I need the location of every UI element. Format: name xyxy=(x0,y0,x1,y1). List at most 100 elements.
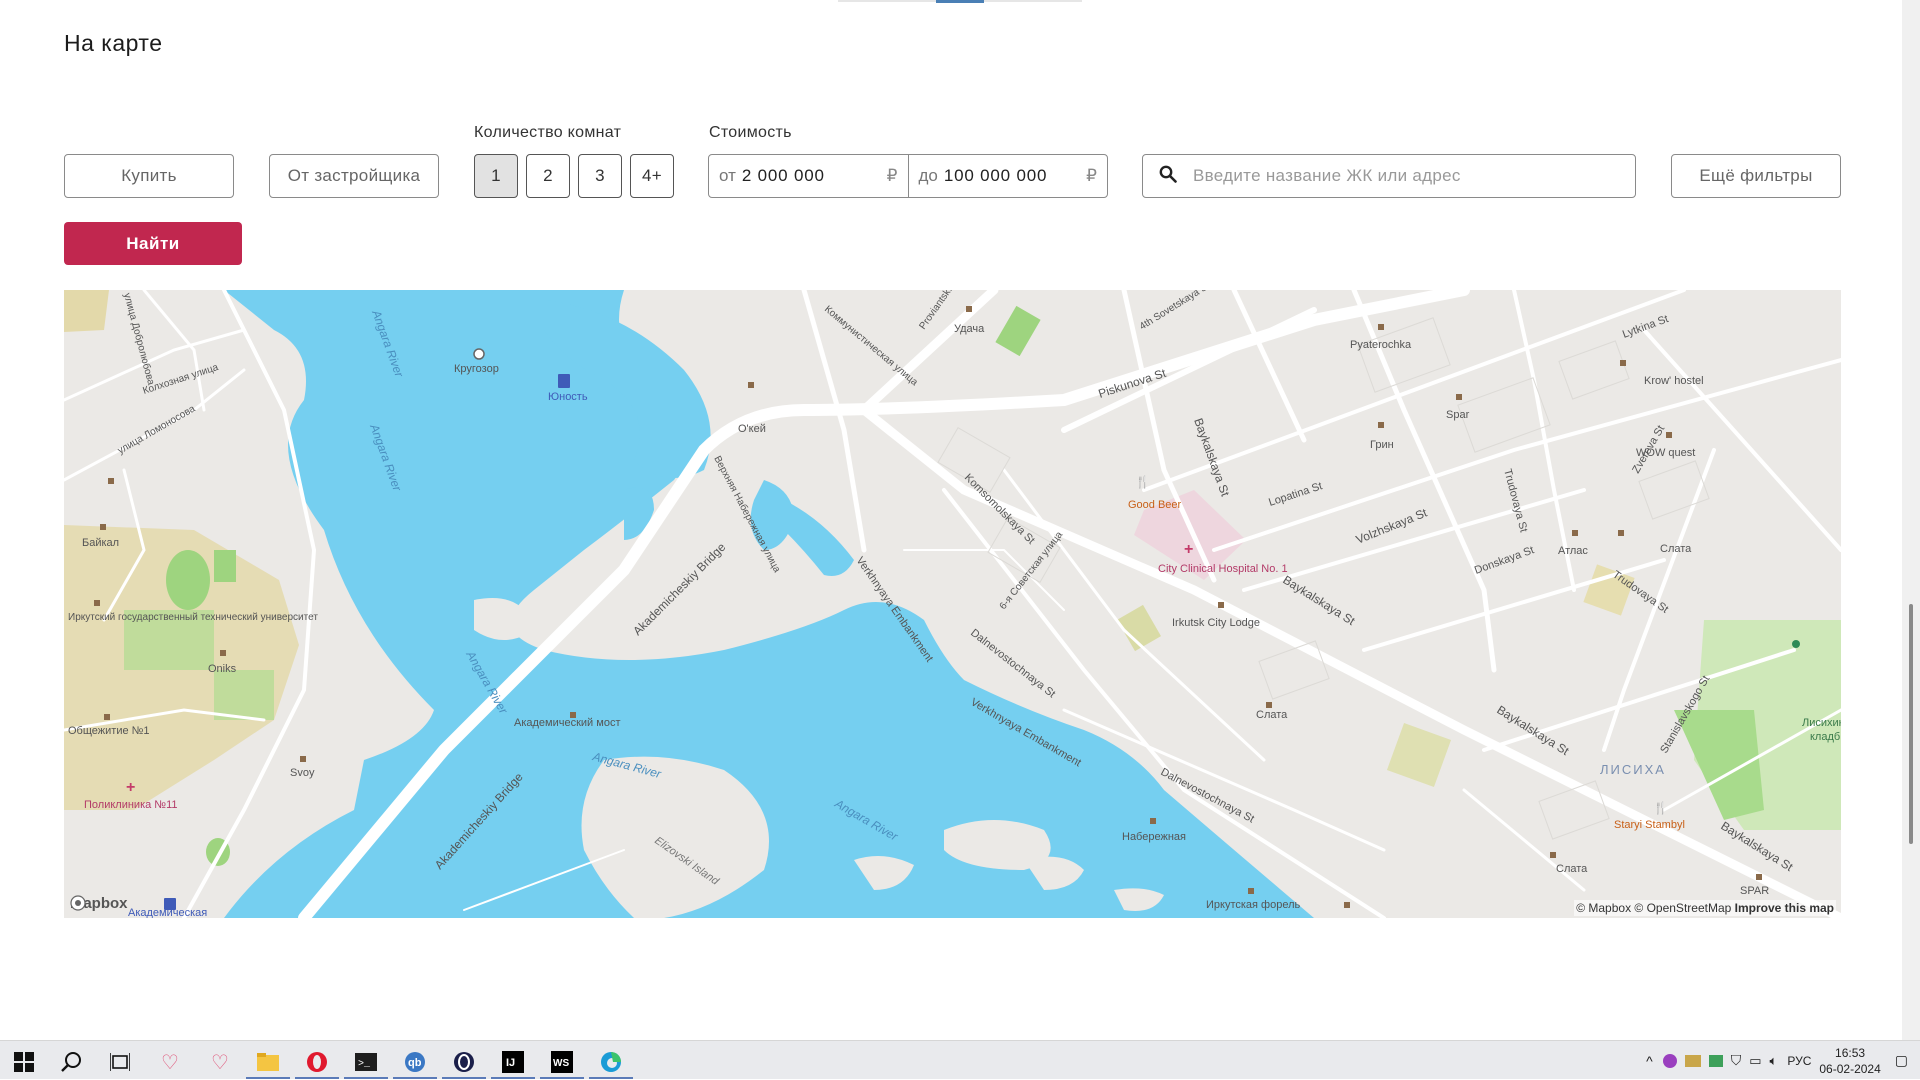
webstorm-icon: WS xyxy=(551,1051,573,1073)
currency-symbol: ₽ xyxy=(886,166,898,185)
attribution-text[interactable]: © Mapbox © OpenStreetMap xyxy=(1576,901,1731,915)
page: На карте Количество комнат Стоимость Куп… xyxy=(0,0,1920,1040)
map-poi: Иркутский государственный технический ун… xyxy=(68,612,318,623)
network-icon[interactable]: ▭ xyxy=(1749,1053,1761,1069)
edge-icon xyxy=(601,1052,621,1072)
folder-icon xyxy=(257,1053,279,1071)
map-poi: Krow' hostel xyxy=(1644,375,1704,387)
map-poi: City Clinical Hospital No. 1 xyxy=(1158,563,1288,575)
map-poi: Кругозор xyxy=(454,363,499,375)
map-district: ЛИСИХА xyxy=(1600,762,1666,777)
map-poi: SPAR xyxy=(1740,885,1769,897)
map-poi: Irkutsk City Lodge xyxy=(1172,617,1260,629)
svg-text:🍴: 🍴 xyxy=(1135,475,1150,489)
tray-shield-icon[interactable]: ⛉ xyxy=(1731,1052,1742,1069)
map-poi: кладб xyxy=(1810,731,1840,743)
deal-type-select[interactable]: Купить xyxy=(64,154,234,198)
tray-monitor-icon[interactable] xyxy=(1684,1054,1701,1067)
clock[interactable]: 16:53 06-02-2024 xyxy=(1819,1045,1880,1077)
map[interactable]: 🍴 🍴 + + Angara River Angara River Angara… xyxy=(64,290,1841,918)
more-filters-button[interactable]: Ещё фильтры xyxy=(1671,154,1841,198)
clock-time: 16:53 xyxy=(1835,1045,1866,1060)
price-label: Стоимость xyxy=(709,124,792,141)
rooms-label: Количество комнат xyxy=(474,124,622,141)
rooms-option-1[interactable]: 1 xyxy=(474,154,518,198)
webstorm-button[interactable]: WS xyxy=(538,1045,586,1079)
map-poi: Грин xyxy=(1370,439,1394,451)
price-to-prefix: до xyxy=(918,166,938,185)
map-poi: Байкал xyxy=(82,537,119,549)
map-poi: Oniks xyxy=(208,663,237,675)
map-poi: Атлас xyxy=(1558,545,1588,557)
search-box[interactable] xyxy=(1142,154,1636,198)
qbittorrent-button[interactable]: qb xyxy=(391,1045,439,1079)
map-canvas[interactable]: 🍴 🍴 + + Angara River Angara River Angara… xyxy=(64,290,1841,918)
map-poi: Слата xyxy=(1256,709,1288,721)
price-from-field[interactable]: от 2 000 000 ₽ xyxy=(709,155,908,197)
price-to-value[interactable]: 100 000 000 xyxy=(944,166,1047,186)
improve-map-link[interactable]: Improve this map xyxy=(1735,901,1834,915)
app-o-button[interactable] xyxy=(440,1045,488,1079)
rooms-option-2[interactable]: 2 xyxy=(526,154,570,198)
intellij-icon: IJ xyxy=(502,1051,524,1073)
svg-text:🍴: 🍴 xyxy=(1653,801,1668,815)
map-poi: Удача xyxy=(954,323,985,335)
seller-select[interactable]: От застройщика xyxy=(269,154,439,198)
terminal-button[interactable]: >_ xyxy=(342,1045,390,1079)
search-input[interactable] xyxy=(1193,166,1613,186)
system-tray: ^ ⛉ ▭ 🔈︎ РУС 16:53 06-02-2024 ▢ xyxy=(1646,1041,1920,1080)
map-poi: Слата xyxy=(1660,543,1692,555)
svg-text:qb: qb xyxy=(408,1057,422,1069)
svg-text:+: + xyxy=(1184,541,1193,558)
map-poi: Юность xyxy=(548,391,588,403)
chevron-up-icon[interactable]: ^ xyxy=(1646,1053,1653,1069)
map-poi: Pyaterochka xyxy=(1350,339,1412,351)
notification-icon[interactable]: ▢ xyxy=(1895,1052,1908,1069)
opera-button[interactable] xyxy=(293,1045,341,1079)
active-tab-indicator xyxy=(936,0,984,3)
map-poi: Good Beer xyxy=(1128,499,1182,511)
heart-icon: ♡ xyxy=(211,1051,229,1074)
start-button[interactable] xyxy=(0,1045,48,1079)
mapbox-logo[interactable]: mapbox xyxy=(70,895,128,912)
ring-app-icon xyxy=(454,1052,474,1072)
map-poi: Набережная xyxy=(1122,831,1186,843)
rooms-option-4plus[interactable]: 4+ xyxy=(630,154,674,198)
map-poi: Staryi Stambyl xyxy=(1614,819,1685,831)
scrollbar-thumb[interactable] xyxy=(1909,604,1913,844)
map-poi: Лисихин xyxy=(1802,717,1841,729)
map-attribution: © Mapbox © OpenStreetMap Improve this ma… xyxy=(1574,900,1836,916)
map-poi: Поликлиника №11 xyxy=(84,799,178,811)
task-view-button[interactable] xyxy=(96,1045,144,1079)
svg-text:WS: WS xyxy=(553,1058,569,1069)
pinned-app-heart-1[interactable]: ♡ xyxy=(146,1045,194,1079)
map-label-most: Академический мост xyxy=(514,717,620,729)
rooms-option-3[interactable]: 3 xyxy=(578,154,622,198)
tray-green-icon[interactable] xyxy=(1708,1054,1723,1067)
map-poi: Иркутская форель xyxy=(1206,899,1301,911)
map-poi: Слата xyxy=(1556,863,1588,875)
search-taskbar-button[interactable] xyxy=(48,1045,96,1079)
section-title: На карте xyxy=(64,30,163,56)
price-from-value[interactable]: 2 000 000 xyxy=(742,166,825,186)
pinned-app-heart-2[interactable]: ♡ xyxy=(196,1045,244,1079)
scrollbar[interactable] xyxy=(1902,0,1920,1040)
task-view-icon xyxy=(110,1053,130,1071)
windows-icon xyxy=(14,1052,34,1072)
heart-icon: ♡ xyxy=(161,1051,179,1074)
price-to-field[interactable]: до 100 000 000 ₽ xyxy=(907,155,1108,197)
mapbox-icon xyxy=(70,895,86,911)
map-poi: Академическая xyxy=(128,907,207,918)
language-indicator[interactable]: РУС xyxy=(1787,1054,1811,1068)
currency-symbol: ₽ xyxy=(1086,166,1097,185)
intellij-button[interactable]: IJ xyxy=(489,1045,537,1079)
search-icon xyxy=(1159,165,1177,188)
volume-icon[interactable]: 🔈︎ xyxy=(1770,1053,1778,1069)
file-explorer-button[interactable] xyxy=(244,1045,292,1079)
find-button[interactable]: Найти xyxy=(64,222,242,265)
search-icon xyxy=(61,1052,81,1072)
map-poi: О'кей xyxy=(738,423,766,435)
edge-button[interactable] xyxy=(587,1045,635,1079)
tray-app-icon[interactable] xyxy=(1662,1053,1677,1068)
svg-text:+: + xyxy=(126,779,135,796)
